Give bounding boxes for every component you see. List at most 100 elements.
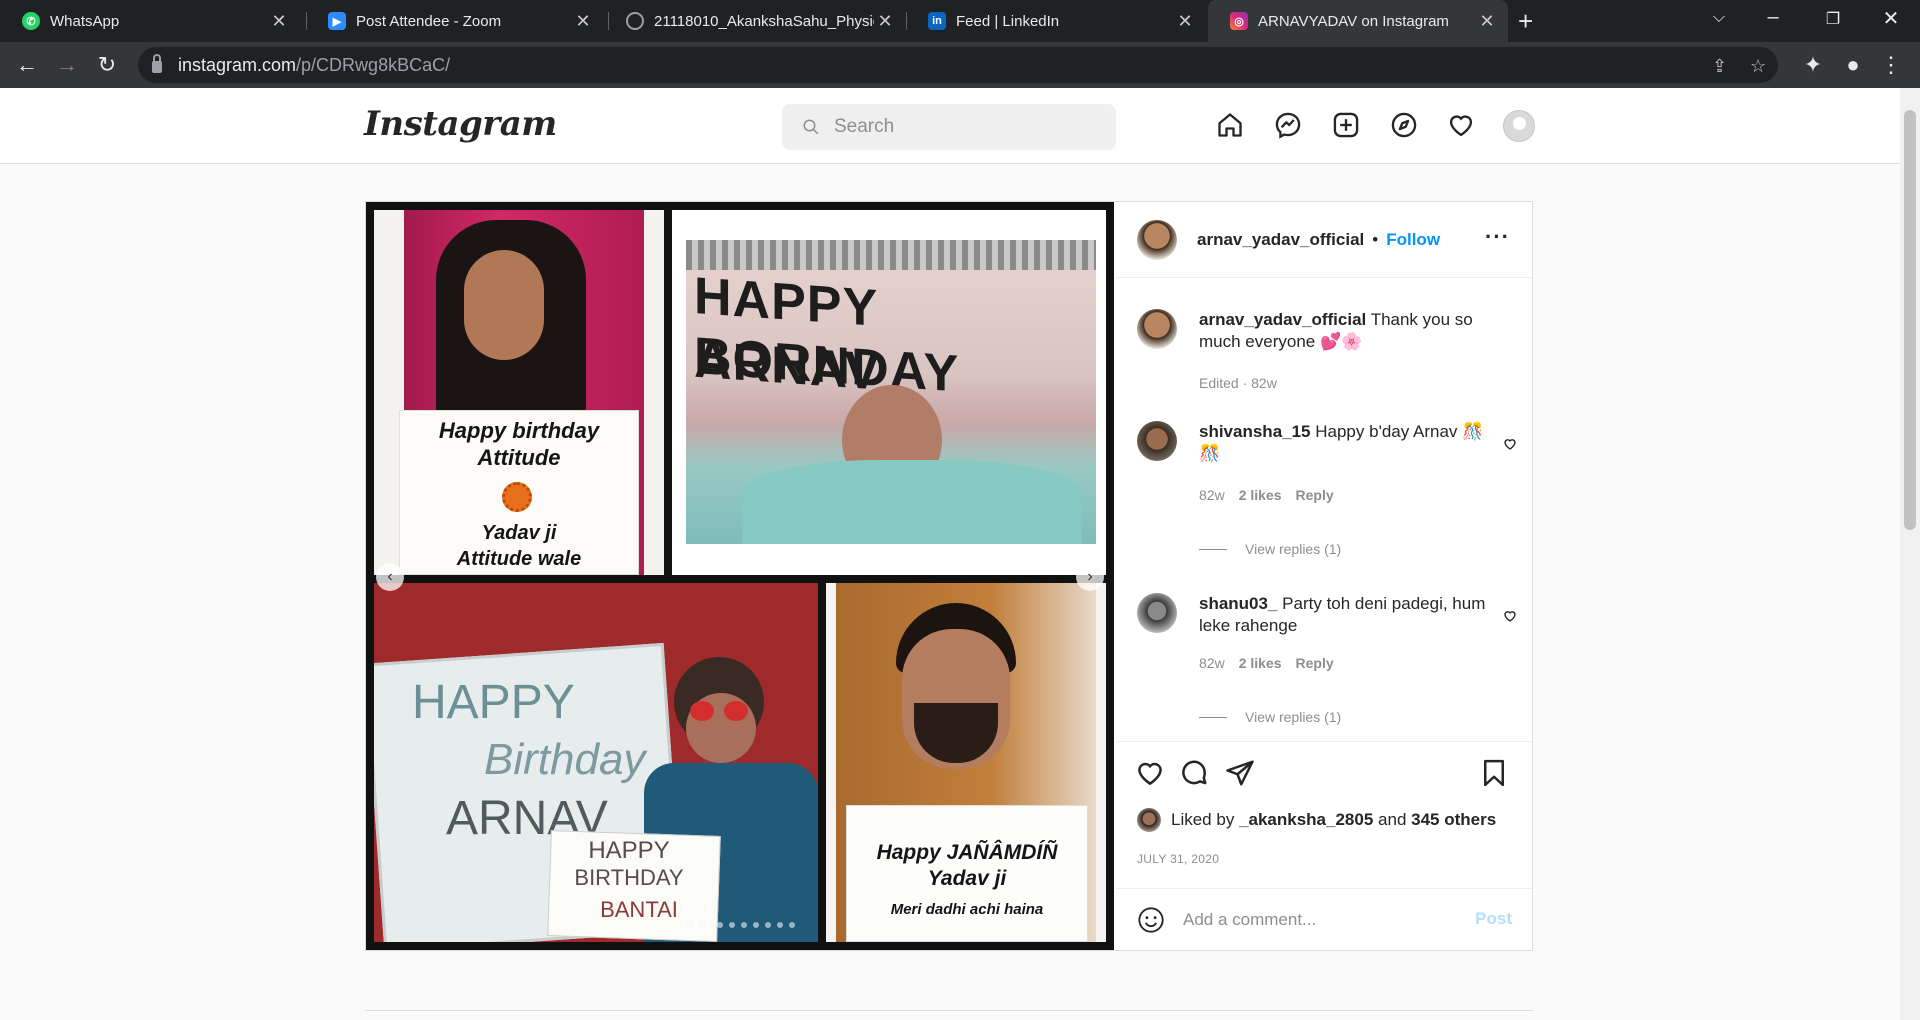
profile-icon[interactable]: ● — [1838, 50, 1868, 80]
emoji-smiley-icon[interactable] — [1137, 906, 1165, 934]
commenter-avatar[interactable] — [1137, 593, 1177, 633]
home-icon[interactable] — [1213, 108, 1247, 142]
carousel-dot — [765, 922, 771, 928]
add-comment-input[interactable] — [1183, 909, 1473, 930]
new-post-icon[interactable] — [1329, 108, 1363, 142]
post-header: arnav_yadav_official • Follow ··· — [1115, 202, 1532, 278]
carousel-dot — [777, 922, 783, 928]
explore-icon[interactable] — [1387, 108, 1421, 142]
comment-likes[interactable]: 2 likes — [1239, 487, 1282, 503]
comment-username[interactable]: shanu03_ — [1199, 594, 1277, 613]
reply-button[interactable]: Reply — [1296, 655, 1334, 671]
bookmark-star-icon[interactable]: ☆ — [1750, 56, 1766, 77]
close-icon[interactable]: ✕ — [1476, 11, 1498, 32]
reply-button[interactable]: Reply — [1296, 487, 1334, 503]
card-caption: Attitude wale — [456, 548, 582, 570]
likes-count[interactable]: 345 others — [1411, 810, 1496, 830]
search-input[interactable] — [834, 116, 1094, 138]
lock-icon — [152, 54, 162, 73]
extensions-icon[interactable]: ✦ — [1798, 50, 1828, 80]
carousel-dot — [789, 922, 795, 928]
liker-avatar[interactable] — [1137, 808, 1161, 832]
zoom-icon: ▶ — [328, 12, 346, 30]
carousel-dot — [705, 922, 711, 928]
carousel-dot — [717, 922, 723, 928]
carousel-dot — [741, 922, 747, 928]
tab-whatsapp[interactable]: ✆ WhatsApp ✕ — [0, 0, 300, 42]
flower-icon — [502, 482, 532, 512]
profile-avatar[interactable] — [1503, 110, 1535, 142]
post-media-collage[interactable]: Happy birthday Attitude Yadav ji Attitud… — [366, 202, 1114, 950]
liker-username[interactable]: _akanksha_2805 — [1239, 810, 1373, 830]
instagram-logo[interactable]: Instagram — [364, 104, 557, 144]
instagram-icon: ◎ — [1230, 12, 1248, 30]
comments-list: arnav_yadav_official Thank you so much e… — [1115, 279, 1532, 741]
card-caption: Yadav ji — [927, 867, 1007, 890]
caption-meta: Edited · 82w — [1199, 375, 1277, 391]
comment-username[interactable]: arnav_yadav_official — [1199, 310, 1366, 329]
comment-age: 82w — [1199, 655, 1225, 671]
comment-icon[interactable] — [1179, 758, 1209, 788]
forward-button[interactable]: → — [52, 50, 82, 80]
comment-username[interactable]: shivansha_15 — [1199, 422, 1311, 441]
like-heart-icon[interactable] — [1135, 758, 1165, 788]
address-bar[interactable]: instagram.com/p/CDRwg8kBCaC/ ⇪ ☆ — [138, 47, 1778, 83]
card-caption: Attitude — [477, 445, 561, 470]
view-replies-button[interactable]: View replies (1) — [1199, 709, 1341, 725]
activity-heart-icon[interactable] — [1444, 108, 1478, 142]
collage-photo-girl: Happy birthday Attitude Yadav ji Attitud… — [374, 210, 664, 575]
carousel-dot — [693, 922, 699, 928]
close-icon[interactable]: ✕ — [1174, 11, 1196, 32]
restore-button[interactable]: ❐ — [1818, 9, 1848, 29]
messenger-icon[interactable] — [1271, 108, 1305, 142]
author-avatar[interactable] — [1137, 219, 1177, 260]
scrollbar-thumb[interactable] — [1904, 110, 1916, 530]
search-box[interactable] — [782, 104, 1116, 150]
back-button[interactable]: ← — [12, 50, 42, 80]
post-comment-button[interactable]: Post — [1475, 909, 1512, 929]
tab-instagram[interactable]: ◎ ARNAVYADAV on Instagram ✕ — [1208, 0, 1508, 42]
tab-physics-doc[interactable]: 21118010_AkankshaSahu_Physics ✕ — [604, 0, 906, 42]
menu-kebab-icon[interactable]: ⋮ — [1876, 50, 1906, 80]
author-avatar[interactable] — [1137, 309, 1177, 349]
post-date[interactable]: JULY 31, 2020 — [1137, 852, 1219, 866]
separator-dot: • — [1372, 229, 1379, 249]
browser-tab-bar: ✆ WhatsApp ✕ ▶ Post Attendee - Zoom ✕ 21… — [0, 0, 1920, 42]
tab-search-chevron-icon[interactable]: ⌵ — [1704, 9, 1734, 27]
close-icon[interactable]: ✕ — [572, 11, 594, 32]
tab-title: ARNAVYADAV on Instagram — [1258, 12, 1449, 30]
carousel-next-button[interactable]: › — [1076, 563, 1104, 591]
save-bookmark-icon[interactable] — [1479, 758, 1509, 788]
more-options-icon[interactable]: ··· — [1485, 224, 1510, 250]
author-username[interactable]: arnav_yadav_official — [1197, 230, 1364, 250]
post-sidebar: arnav_yadav_official • Follow ··· arnav_… — [1115, 202, 1532, 950]
close-icon[interactable]: ✕ — [268, 11, 290, 32]
comment-age: 82w — [1199, 487, 1225, 503]
carousel-prev-button[interactable]: ‹ — [376, 563, 404, 591]
new-tab-button[interactable]: + — [1518, 8, 1533, 34]
post-card: Happy birthday Attitude Yadav ji Attitud… — [365, 201, 1533, 951]
view-replies-button[interactable]: View replies (1) — [1199, 541, 1341, 557]
card-caption: Yadav ji — [481, 522, 557, 544]
like-comment-heart-icon[interactable] — [1503, 437, 1517, 451]
card-caption: BANTAI — [600, 897, 678, 922]
minimize-button[interactable]: – — [1758, 6, 1788, 29]
card-caption: Happy JAÑÂMDÍÑ — [876, 841, 1058, 864]
share-icon[interactable]: ⇪ — [1712, 56, 1727, 77]
close-window-button[interactable]: ✕ — [1876, 6, 1906, 31]
comment-likes[interactable]: 2 likes — [1239, 655, 1282, 671]
commenter-avatar[interactable] — [1137, 421, 1177, 461]
tab-linkedin[interactable]: in Feed | LinkedIn ✕ — [906, 0, 1206, 42]
tab-title: Post Attendee - Zoom — [356, 12, 502, 30]
carousel-dot — [729, 922, 735, 928]
page-scrollbar[interactable] — [1900, 88, 1920, 1020]
like-comment-heart-icon[interactable] — [1503, 609, 1517, 623]
url-path: /p/CDRwg8kBCaC/ — [296, 54, 451, 75]
carousel-dot — [753, 922, 759, 928]
tab-zoom[interactable]: ▶ Post Attendee - Zoom ✕ — [306, 0, 604, 42]
close-icon[interactable]: ✕ — [874, 11, 896, 32]
share-paper-plane-icon[interactable] — [1225, 758, 1255, 788]
follow-button[interactable]: Follow — [1386, 230, 1440, 250]
card-caption: Meri dadhi achi haina — [890, 901, 1044, 918]
reload-button[interactable]: ↻ — [92, 50, 122, 80]
